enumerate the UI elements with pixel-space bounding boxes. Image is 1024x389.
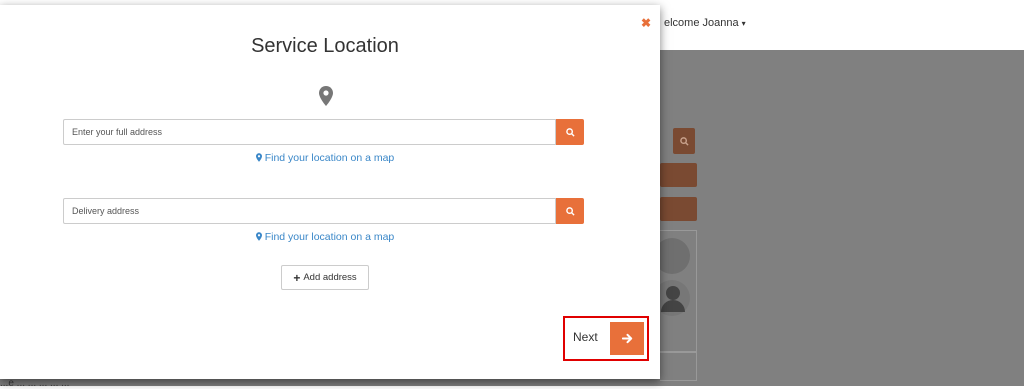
map-marker-icon [255, 232, 262, 241]
address-input-group [63, 119, 584, 145]
user-silhouette-icon [661, 300, 685, 312]
modal-title: Service Location [251, 35, 399, 57]
map-marker-icon [255, 153, 262, 162]
plus-icon: + [293, 270, 301, 285]
background-card [660, 352, 697, 381]
map-link-label: Find your location on a map [264, 152, 395, 164]
add-address-label: Add address [303, 272, 357, 283]
next-button[interactable] [610, 322, 644, 355]
search-icon [565, 127, 575, 137]
search-icon [565, 206, 575, 216]
search-icon [679, 136, 689, 146]
user-menu[interactable]: elcome Joanna ▾ [664, 17, 746, 29]
map-link-label: Find your location on a map [264, 231, 395, 243]
find-location-map-link[interactable]: Find your location on a map [0, 231, 650, 243]
background-search-button [673, 128, 695, 154]
next-label: Next [573, 330, 598, 344]
add-address-button[interactable]: + Add address [281, 265, 369, 290]
delivery-address-input[interactable] [63, 198, 556, 224]
service-location-modal: ✖ Service Location Find your location on… [0, 5, 660, 379]
background-button [660, 197, 697, 221]
map-marker-icon [319, 86, 333, 106]
chevron-down-icon: ▾ [741, 19, 746, 28]
close-icon[interactable]: ✖ [641, 17, 651, 29]
welcome-text: elcome Joanna [664, 17, 739, 29]
arrow-right-icon [621, 333, 632, 344]
background-button [660, 163, 697, 187]
full-address-input[interactable] [63, 119, 556, 145]
user-silhouette-icon [666, 286, 680, 300]
find-location-map-link[interactable]: Find your location on a map [0, 152, 650, 164]
background-footer-text: ...e ... ... ... ... ... [0, 378, 70, 389]
address-search-button[interactable] [556, 119, 584, 145]
delivery-input-group [63, 198, 584, 224]
delivery-search-button[interactable] [556, 198, 584, 224]
